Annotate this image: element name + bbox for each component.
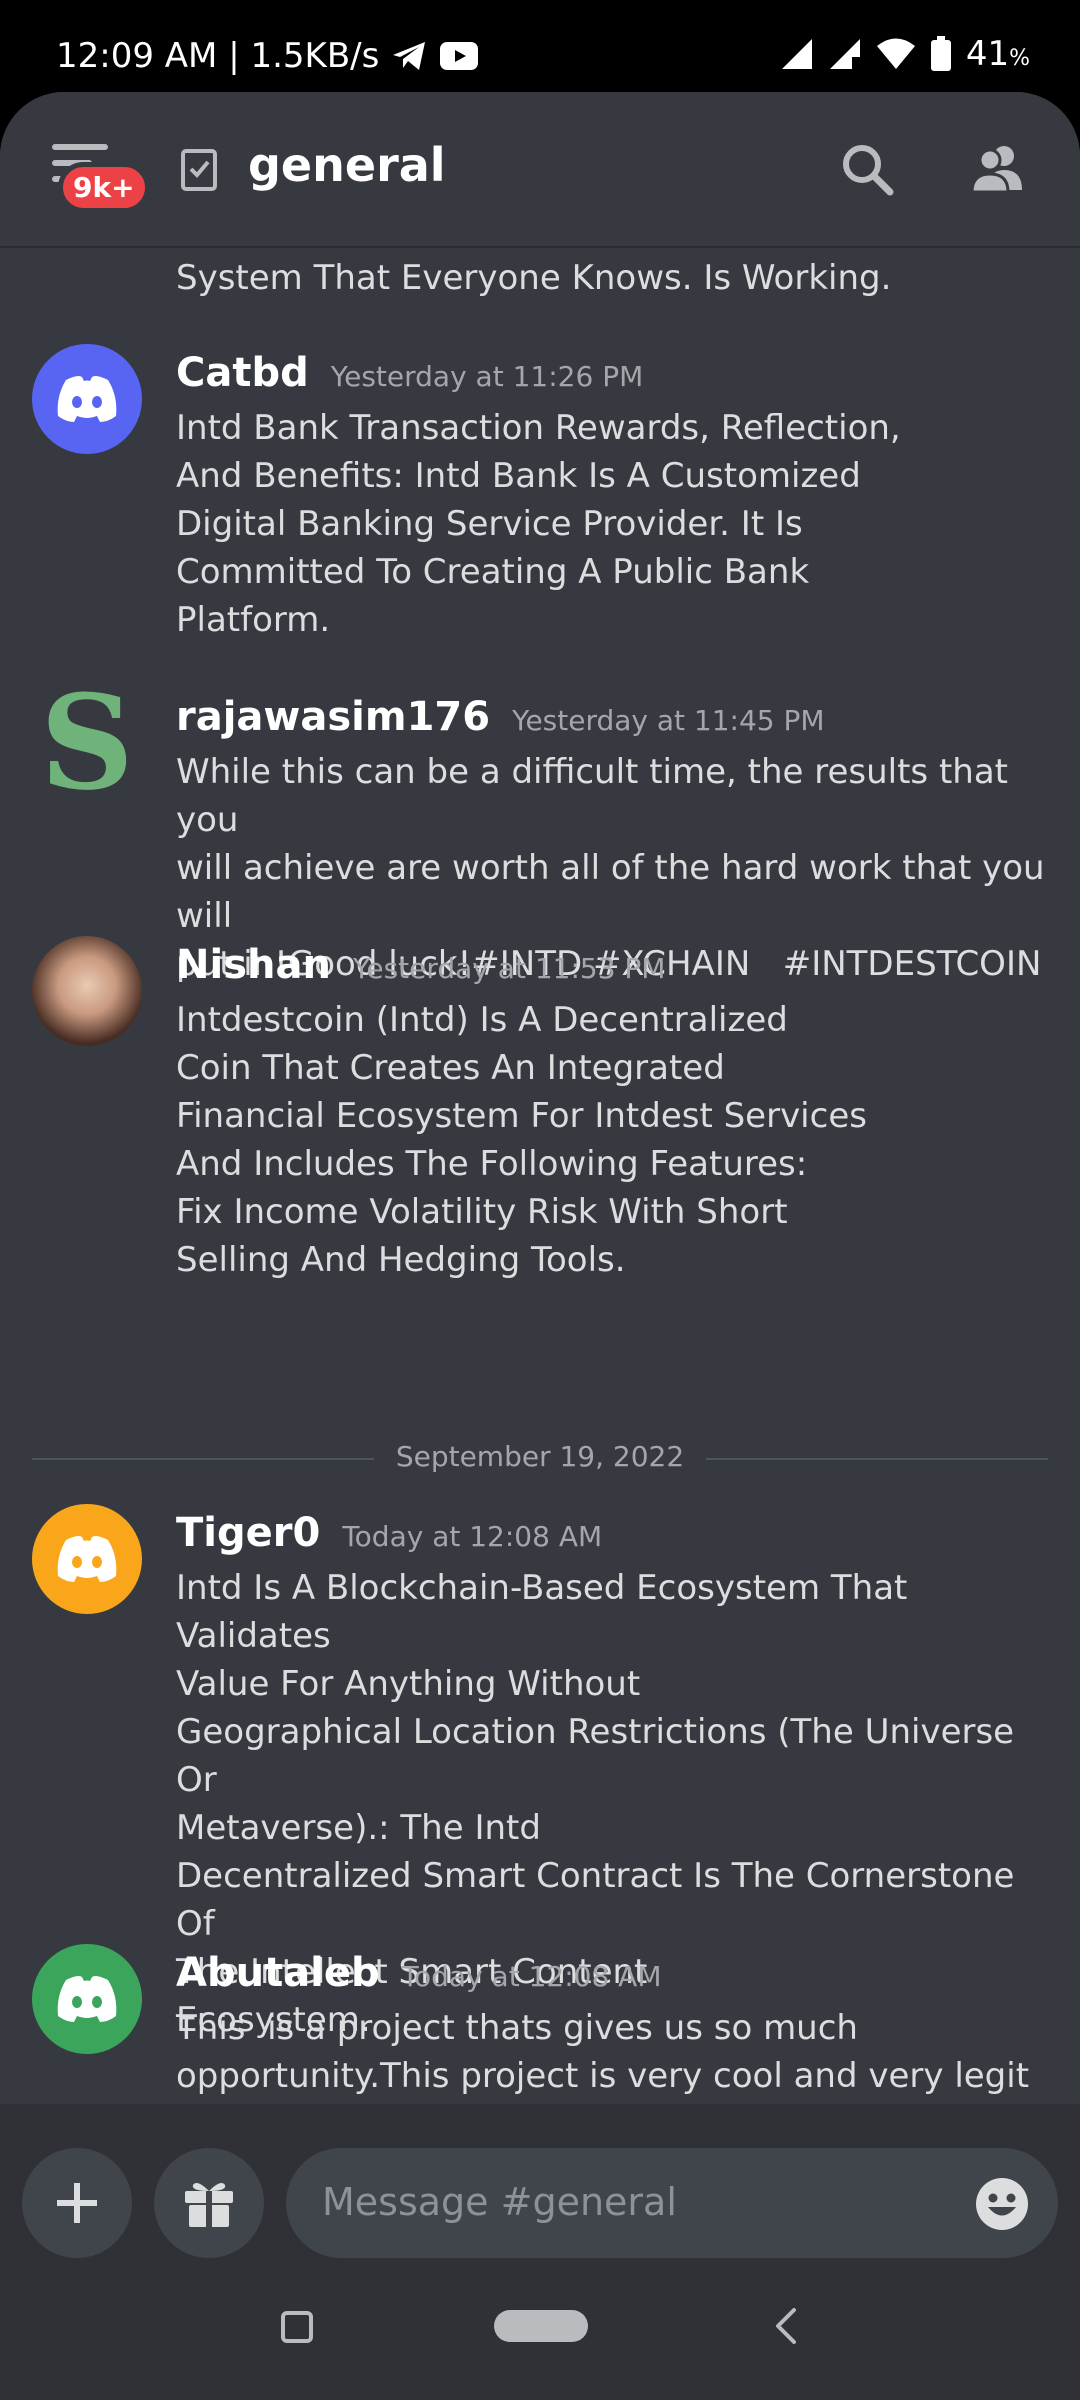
message-input[interactable]: Message #general bbox=[286, 2148, 1058, 2258]
emoji-icon[interactable] bbox=[974, 2176, 1030, 2232]
signal-icon-2 bbox=[829, 39, 860, 69]
telegram-icon bbox=[393, 42, 426, 70]
channel-checklist-icon bbox=[181, 149, 217, 191]
message-text: This is a project thats gives us so much… bbox=[176, 2008, 1030, 2096]
author-name[interactable]: Nishan bbox=[176, 942, 331, 988]
status-right: 41% bbox=[780, 34, 1030, 74]
discord-logo-icon bbox=[57, 1976, 117, 2022]
notification-badge: 9k+ bbox=[58, 162, 150, 213]
gift-button[interactable] bbox=[154, 2148, 264, 2258]
youtube-icon bbox=[440, 42, 479, 70]
timestamp: Yesterday at 11:45 PM bbox=[512, 704, 825, 737]
avatar-photo[interactable] bbox=[32, 936, 142, 1046]
message-text: Intd Bank Transaction Rewards, Reflectio… bbox=[176, 408, 901, 640]
home-pill[interactable] bbox=[494, 2310, 588, 2342]
message-text-partial: System That Everyone Knows. Is Working. bbox=[176, 258, 892, 298]
wifi-icon bbox=[876, 38, 915, 69]
avatar[interactable] bbox=[32, 344, 142, 454]
author-name[interactable]: rajawasim176 bbox=[176, 694, 490, 740]
avatar[interactable] bbox=[32, 1944, 142, 2054]
battery-unit: % bbox=[1009, 46, 1030, 71]
timestamp: Yesterday at 11:53 PM bbox=[352, 952, 666, 985]
add-attachment-button[interactable] bbox=[22, 2148, 132, 2258]
message-input-placeholder: Message #general bbox=[322, 2180, 677, 2224]
status-left: 12:09 AM | 1.5KB/s bbox=[56, 36, 479, 76]
timestamp: Yesterday at 11:26 PM bbox=[330, 360, 644, 393]
channel-title: general bbox=[248, 138, 446, 192]
message-list[interactable]: System That Everyone Knows. Is Working. … bbox=[0, 248, 1080, 2104]
author-name[interactable]: Tiger0 bbox=[176, 1510, 320, 1556]
discord-logo-icon bbox=[57, 1536, 117, 1582]
battery-level: 41 bbox=[965, 34, 1010, 74]
status-bar: 12:09 AM | 1.5KB/s 41% bbox=[0, 0, 1080, 92]
gift-icon bbox=[185, 2183, 233, 2227]
avatar[interactable]: S bbox=[32, 688, 142, 798]
timestamp: Today at 12:08 AM bbox=[401, 1960, 662, 1993]
members-icon[interactable] bbox=[964, 138, 1028, 202]
plus-icon bbox=[57, 2183, 97, 2223]
date-divider: September 19, 2022 bbox=[32, 1438, 1048, 1478]
author-name[interactable]: Abutaleb bbox=[176, 1950, 380, 1996]
search-icon[interactable] bbox=[836, 138, 900, 202]
timestamp: Today at 12:08 AM bbox=[342, 1520, 603, 1553]
system-navigation-bar bbox=[0, 2308, 1080, 2400]
avatar[interactable] bbox=[32, 1504, 142, 1614]
message-text: Intdestcoin (Intd) Is A Decentralized Co… bbox=[176, 1000, 867, 1280]
back-icon[interactable] bbox=[772, 2306, 798, 2346]
discord-app: 9k+ general System That Everyone Knows. … bbox=[0, 92, 1080, 2400]
channel-header: 9k+ general bbox=[0, 92, 1080, 248]
author-name[interactable]: Catbd bbox=[176, 350, 309, 396]
signal-icon bbox=[781, 39, 812, 69]
recent-apps-icon[interactable] bbox=[280, 2310, 314, 2344]
battery-icon bbox=[930, 36, 951, 71]
date-divider-label: September 19, 2022 bbox=[395, 1440, 685, 1473]
avatar-letter: S bbox=[40, 688, 134, 798]
discord-logo-icon bbox=[57, 376, 117, 422]
status-time: 12:09 AM | 1.5KB/s bbox=[56, 36, 380, 76]
